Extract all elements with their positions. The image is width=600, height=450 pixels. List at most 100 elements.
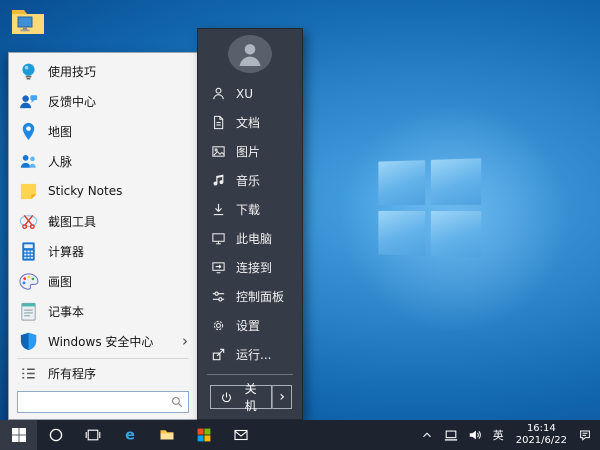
sticky-notes-icon xyxy=(18,181,39,202)
desktop-shortcut-computer-folder[interactable] xyxy=(10,5,46,39)
start-menu-item-notepad[interactable]: 记事本 xyxy=(9,296,197,326)
tips-icon xyxy=(18,61,39,82)
logo-pane xyxy=(378,211,425,256)
menu-divider xyxy=(207,374,293,375)
all-programs-label: 所有程序 xyxy=(48,365,96,382)
start-menu-item-people[interactable]: 人脉 xyxy=(9,146,197,176)
taskbar: e 英 16:14 2021/6/22 xyxy=(0,420,600,450)
menu-item-label: 此电脑 xyxy=(236,230,272,247)
shutdown-options-button[interactable]: › xyxy=(272,385,292,409)
taskbar-button-cortana[interactable] xyxy=(37,420,74,450)
menu-item-label: 画图 xyxy=(48,273,72,290)
logo-pane xyxy=(431,211,481,258)
computer-icon xyxy=(211,231,226,246)
music-icon xyxy=(211,173,226,188)
svg-text:e: e xyxy=(125,428,135,443)
menu-item-label: 反馈中心 xyxy=(48,93,96,110)
start-menu-item-sticky-notes[interactable]: Sticky Notes xyxy=(9,176,197,206)
speaker-icon xyxy=(468,428,482,442)
taskbar-button-mail[interactable] xyxy=(222,420,259,450)
start-menu-item-connect-to[interactable]: 连接到 xyxy=(198,253,302,282)
start-menu-item-feedback-hub[interactable]: 反馈中心 xyxy=(9,86,197,116)
menu-item-label: XU xyxy=(236,87,253,101)
menu-item-label: 截图工具 xyxy=(48,213,96,230)
menu-item-label: Sticky Notes xyxy=(48,184,122,198)
chevron-right-icon: › xyxy=(182,334,188,349)
start-menu-item-user[interactable]: XU xyxy=(198,79,302,108)
menu-item-label: 地图 xyxy=(48,123,72,140)
menu-item-label: 图片 xyxy=(236,143,260,160)
start-menu-item-this-pc[interactable]: 此电脑 xyxy=(198,224,302,253)
start-menu-item-settings[interactable]: 设置 xyxy=(198,311,302,340)
shutdown-row: 关机 › xyxy=(210,385,292,409)
maps-icon xyxy=(18,121,39,142)
people-icon xyxy=(18,151,39,172)
mail-icon xyxy=(233,427,249,443)
start-menu-item-windows-security[interactable]: Windows 安全中心 › xyxy=(9,326,197,356)
all-programs-icon xyxy=(18,363,39,384)
start-menu-item-run[interactable]: 运行... xyxy=(198,340,302,369)
clock-time: 16:14 xyxy=(516,423,567,435)
start-menu-right-list: XU 文档图片音乐下载此电脑连接到控制面板设置运行... xyxy=(198,79,302,369)
edge-icon: e xyxy=(122,427,138,443)
hidden-icons-button[interactable] xyxy=(415,420,439,450)
notification-center-button[interactable] xyxy=(573,420,600,450)
notepad-icon xyxy=(18,301,39,322)
language-indicator[interactable]: 英 xyxy=(487,420,510,450)
taskbar-clock[interactable]: 16:14 2021/6/22 xyxy=(510,423,573,447)
taskbar-button-file-explorer[interactable] xyxy=(148,420,185,450)
logo-pane xyxy=(378,160,425,205)
document-icon xyxy=(211,115,226,130)
taskbar-button-store[interactable] xyxy=(185,420,222,450)
download-icon xyxy=(211,202,226,217)
search-icon xyxy=(170,395,184,409)
start-search-input[interactable] xyxy=(17,391,189,413)
user-silhouette-icon xyxy=(235,39,265,69)
menu-divider xyxy=(17,358,189,359)
start-menu-item-downloads[interactable]: 下载 xyxy=(198,195,302,224)
chevron-right-icon: › xyxy=(279,390,285,404)
menu-item-label: 记事本 xyxy=(48,303,84,320)
start-menu-left-panel: 使用技巧反馈中心地图人脉 Sticky Notes 截图工具计算器画图记事本 Wind… xyxy=(8,52,197,420)
security-icon xyxy=(18,331,39,352)
start-menu-item-documents[interactable]: 文档 xyxy=(198,108,302,137)
taskbar-button-start[interactable] xyxy=(0,420,37,450)
taskbar-button-edge[interactable]: e xyxy=(111,420,148,450)
search-box xyxy=(17,391,189,413)
start-menu-item-pictures[interactable]: 图片 xyxy=(198,137,302,166)
start-menu-item-music[interactable]: 音乐 xyxy=(198,166,302,195)
network-tray-button[interactable] xyxy=(439,420,463,450)
user-icon xyxy=(211,86,226,101)
logo-pane xyxy=(431,158,481,205)
start-menu-item-control-panel[interactable]: 控制面板 xyxy=(198,282,302,311)
start-menu-right-panel: XU 文档图片音乐下载此电脑连接到控制面板设置运行... 关机 › xyxy=(197,28,303,420)
start-menu-item-maps[interactable]: 地图 xyxy=(9,116,197,146)
start-menu-item-paint[interactable]: 画图 xyxy=(9,266,197,296)
feedback-icon xyxy=(18,91,39,112)
network-icon xyxy=(444,428,458,442)
user-avatar[interactable] xyxy=(228,35,272,73)
start-menu-item-snipping-tool[interactable]: 截图工具 xyxy=(9,206,197,236)
shutdown-label: 关机 xyxy=(239,380,262,414)
cortana-icon xyxy=(48,427,64,443)
shutdown-button[interactable]: 关机 xyxy=(210,385,272,409)
menu-item-label: 设置 xyxy=(236,317,260,334)
paint-icon xyxy=(18,271,39,292)
folder-icon xyxy=(159,427,175,443)
menu-item-label: Windows 安全中心 xyxy=(48,333,153,350)
windows-logo-icon xyxy=(11,427,27,443)
start-menu-item-calculator[interactable]: 计算器 xyxy=(9,236,197,266)
windows-hero-logo xyxy=(378,158,481,257)
taskbar-buttons: e xyxy=(0,420,259,450)
menu-item-label: 人脉 xyxy=(48,153,72,170)
volume-tray-button[interactable] xyxy=(463,420,487,450)
store-icon xyxy=(196,427,212,443)
menu-item-label: 下载 xyxy=(236,201,260,218)
menu-item-label: 计算器 xyxy=(48,243,84,260)
pictures-icon xyxy=(211,144,226,159)
system-tray: 英 16:14 2021/6/22 xyxy=(415,420,600,450)
all-programs-button[interactable]: 所有程序 xyxy=(9,361,197,386)
taskbar-button-task-view[interactable] xyxy=(74,420,111,450)
start-menu-item-tips[interactable]: 使用技巧 xyxy=(9,56,197,86)
menu-item-label: 文档 xyxy=(236,114,260,131)
